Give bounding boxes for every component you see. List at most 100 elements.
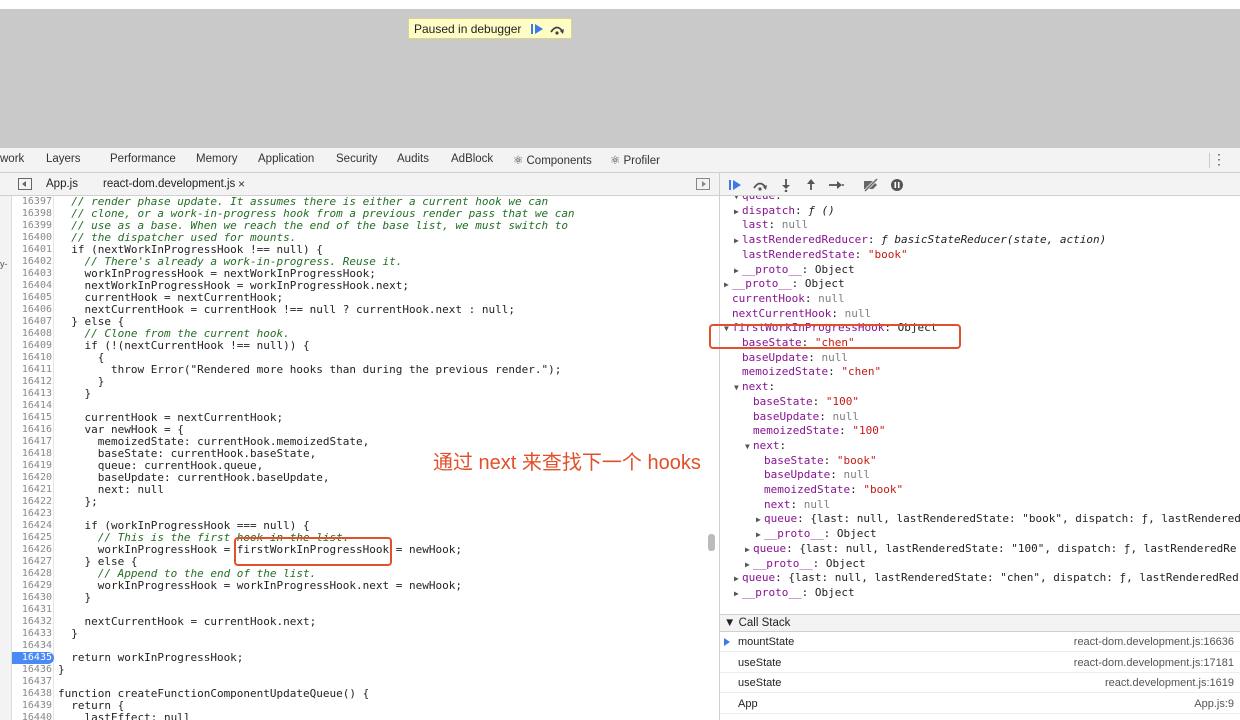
line-number[interactable]: 16417	[12, 436, 52, 448]
code-line[interactable]: 16433 }	[0, 628, 719, 640]
code-line[interactable]: 16429 workInProgressHook = workInProgres…	[0, 580, 719, 592]
line-number[interactable]: 16433	[12, 628, 52, 640]
line-number[interactable]: 16418	[12, 448, 52, 460]
scope-property[interactable]: ▶ queue: {last: null, lastRenderedState: …	[734, 571, 1239, 585]
scope-property[interactable]: memoizedState: "100"	[745, 424, 885, 438]
tab-performance[interactable]: Performance	[110, 153, 176, 165]
line-number[interactable]: 16398	[12, 208, 52, 220]
line-number[interactable]: 16424	[12, 520, 52, 532]
step-into-button[interactable]	[777, 177, 795, 193]
line-number[interactable]: 16402	[12, 256, 52, 268]
line-number[interactable]: 16400	[12, 232, 52, 244]
scope-property[interactable]: memoizedState: "chen"	[734, 365, 881, 379]
line-number[interactable]: 16440	[12, 712, 52, 720]
scope-property[interactable]: ▶ queue: {last: null, lastRenderedState: …	[745, 542, 1236, 556]
line-number[interactable]: 16428	[12, 568, 52, 580]
source-tab-app-js[interactable]: App.js	[46, 178, 78, 190]
line-number[interactable]: 16426	[12, 544, 52, 556]
tab-network[interactable]: work	[0, 153, 24, 165]
step-over-button[interactable]	[547, 20, 567, 37]
code-line[interactable]: 16421 next: null	[0, 484, 719, 496]
expand-right-icon[interactable]: ▶	[734, 234, 742, 248]
frame-location-link[interactable]: react-dom.development.js:16636	[1074, 632, 1234, 652]
scope-property[interactable]: ▼queue:	[734, 196, 782, 203]
line-number[interactable]: 16412	[12, 376, 52, 388]
step-button[interactable]	[827, 177, 845, 193]
scope-property[interactable]: baseState: "book"	[756, 454, 877, 468]
expand-down-icon[interactable]: ▼	[745, 440, 753, 454]
expand-right-icon[interactable]: ▶	[756, 513, 764, 527]
expand-right-icon[interactable]: ▶	[734, 572, 742, 586]
line-number[interactable]: 16404	[12, 280, 52, 292]
call-frame[interactable]: mountState react-dom.development.js:16636	[720, 632, 1240, 652]
tab-adblock[interactable]: AdBlock	[451, 153, 493, 165]
scope-property[interactable]: nextCurrentHook: null	[724, 307, 871, 321]
scope-property[interactable]: ▶ __proto__: Object	[734, 263, 855, 277]
scope-property[interactable]: ▶ __proto__: Object	[724, 277, 845, 291]
tab-application[interactable]: Application	[258, 153, 314, 165]
scope-property[interactable]: memoizedState: "book"	[756, 483, 903, 497]
step-out-button[interactable]	[802, 177, 820, 193]
tab-security[interactable]: Security	[336, 153, 378, 165]
editor-scrollbar[interactable]	[708, 534, 715, 551]
scope-property[interactable]: baseState: "100"	[745, 395, 859, 409]
tab-profiler[interactable]: ⚛ Profiler	[610, 153, 660, 167]
line-number[interactable]: 16427	[12, 556, 52, 568]
line-number[interactable]: 16439	[12, 700, 52, 712]
code-line[interactable]: 16413 }	[0, 388, 719, 400]
line-number[interactable]: 16410	[12, 352, 52, 364]
source-tab-react-dom[interactable]: react-dom.development.js	[103, 178, 235, 190]
step-over-next-button[interactable]	[751, 177, 769, 193]
scope-property[interactable]: lastRenderedState: "book"	[734, 248, 908, 262]
line-number[interactable]: 16434	[12, 640, 52, 652]
line-number[interactable]: 16432	[12, 616, 52, 628]
tab-memory[interactable]: Memory	[196, 153, 238, 165]
expand-right-icon[interactable]: ▶	[734, 205, 742, 219]
toggle-navigator-icon[interactable]	[18, 178, 32, 190]
scope-property[interactable]: ▶ queue: {last: null, lastRenderedState: …	[756, 512, 1240, 526]
line-number[interactable]: 16437	[12, 676, 52, 688]
scope-property[interactable]: ▶ lastRenderedReducer: ƒ basicStateReduce…	[734, 233, 1106, 247]
scope-property[interactable]: currentHook: null	[724, 292, 845, 306]
call-frame[interactable]: useState react-dom.development.js:17181	[720, 653, 1240, 673]
scope-property[interactable]: ▶ __proto__: Object	[745, 557, 866, 571]
frame-location-link[interactable]: react-dom.development.js:17181	[1074, 653, 1234, 673]
line-number[interactable]: 16397	[12, 196, 52, 208]
line-number[interactable]: 16438	[12, 688, 52, 700]
expand-right-icon[interactable]: ▶	[745, 558, 753, 572]
line-number[interactable]: 16405	[12, 292, 52, 304]
deactivate-breakpoints-button[interactable]	[862, 177, 880, 193]
scope-property[interactable]: baseUpdate: null	[745, 410, 859, 424]
line-number[interactable]: 16399	[12, 220, 52, 232]
tab-audits[interactable]: Audits	[397, 153, 429, 165]
line-number[interactable]: 16423	[12, 508, 52, 520]
scope-property[interactable]: baseUpdate: null	[734, 351, 848, 365]
code-line[interactable]: 16440 lastEffect: null	[0, 712, 719, 720]
call-frame[interactable]: useState react.development.js:1619	[720, 673, 1240, 693]
expand-right-icon[interactable]: ▶	[734, 264, 742, 278]
code-line[interactable]: 16430 }	[0, 592, 719, 604]
pause-on-exceptions-button[interactable]	[888, 177, 906, 193]
line-number[interactable]: 16416	[12, 424, 52, 436]
toggle-debugger-pane-icon[interactable]	[696, 178, 710, 190]
close-tab-icon[interactable]: ×	[238, 177, 245, 191]
expand-right-icon[interactable]: ▶	[734, 587, 742, 601]
resume-button[interactable]	[527, 20, 547, 37]
code-line[interactable]: 16409 if (!(nextCurrentHook !== null)) {	[0, 340, 719, 352]
line-number[interactable]: 16421	[12, 484, 52, 496]
scope-property[interactable]: ▶ __proto__: Object	[734, 586, 855, 600]
scope-property[interactable]: baseUpdate: null	[756, 468, 870, 482]
line-number[interactable]: 16413	[12, 388, 52, 400]
line-number[interactable]: 16408	[12, 328, 52, 340]
line-number[interactable]: 16419	[12, 460, 52, 472]
scope-property[interactable]: ▶ dispatch: ƒ ()	[734, 204, 835, 218]
scope-property[interactable]: last: null	[734, 218, 808, 232]
code-line[interactable]: 16432 nextCurrentHook = currentHook.next…	[0, 616, 719, 628]
call-frame[interactable]: App App.js:9	[720, 694, 1240, 714]
line-number[interactable]: 16422	[12, 496, 52, 508]
tab-components[interactable]: ⚛ Components	[513, 153, 592, 167]
line-number[interactable]: 16430	[12, 592, 52, 604]
more-options-icon[interactable]: ⋮	[1212, 152, 1226, 166]
frame-location-link[interactable]: react.development.js:1619	[1105, 673, 1234, 693]
line-number[interactable]: 16406	[12, 304, 52, 316]
